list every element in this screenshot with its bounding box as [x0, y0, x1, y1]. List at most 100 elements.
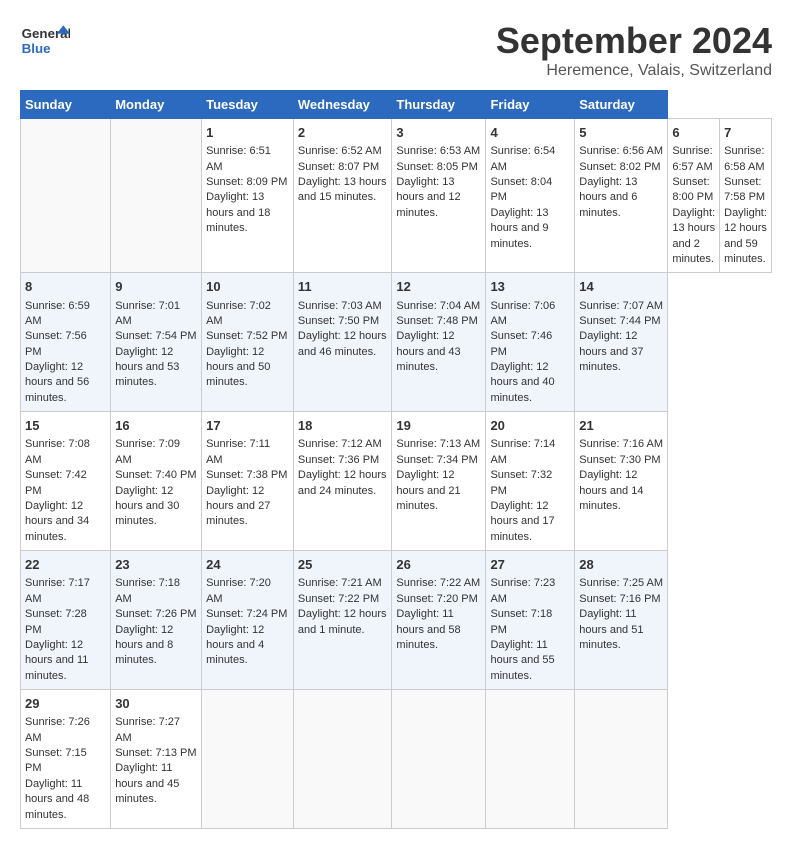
day-number: 4	[490, 124, 570, 142]
sunrise-text: Sunrise: 6:56 AM	[579, 145, 663, 157]
sunrise-text: Sunrise: 7:27 AM	[115, 716, 180, 743]
sunrise-text: Sunrise: 7:25 AM	[579, 577, 663, 589]
sunset-text: Sunset: 7:16 PM	[579, 593, 660, 605]
day-number: 21	[579, 417, 663, 435]
daylight-text: Daylight: 12 hours and 50 minutes.	[206, 346, 270, 389]
calendar-day-cell: 4Sunrise: 6:54 AMSunset: 8:04 PMDaylight…	[486, 119, 575, 273]
sunrise-text: Sunrise: 7:14 AM	[490, 438, 555, 465]
calendar-week-row: 22Sunrise: 7:17 AMSunset: 7:28 PMDayligh…	[21, 551, 772, 690]
sunrise-text: Sunrise: 6:58 AM	[724, 145, 764, 172]
day-number: 10	[206, 278, 289, 296]
weekday-header-friday: Friday	[486, 91, 575, 119]
sunset-text: Sunset: 7:50 PM	[298, 315, 379, 327]
calendar-day-cell: 12Sunrise: 7:04 AMSunset: 7:48 PMDayligh…	[392, 273, 486, 412]
sunset-text: Sunset: 7:48 PM	[396, 315, 477, 327]
daylight-text: Daylight: 12 hours and 46 minutes.	[298, 330, 387, 357]
sunset-text: Sunset: 7:46 PM	[490, 330, 552, 357]
weekday-header-tuesday: Tuesday	[202, 91, 294, 119]
daylight-text: Daylight: 12 hours and 21 minutes.	[396, 469, 460, 512]
daylight-text: Daylight: 12 hours and 59 minutes.	[724, 207, 767, 265]
logo: General Blue	[20, 20, 74, 60]
day-number: 5	[579, 124, 663, 142]
day-number: 3	[396, 124, 481, 142]
daylight-text: Daylight: 13 hours and 12 minutes.	[396, 176, 460, 219]
sunrise-text: Sunrise: 6:52 AM	[298, 145, 382, 157]
sunrise-text: Sunrise: 7:18 AM	[115, 577, 180, 604]
month-title: September 2024	[496, 20, 772, 62]
sunset-text: Sunset: 7:54 PM	[115, 330, 196, 342]
calendar-empty-cell	[293, 690, 392, 829]
day-number: 28	[579, 556, 663, 574]
sunrise-text: Sunrise: 7:06 AM	[490, 300, 555, 327]
calendar-day-cell: 11 Sunrise: 7:03 AM Sunset: 7:50 PM Dayligh…	[293, 273, 392, 412]
calendar-empty-cell	[486, 690, 575, 829]
calendar-day-cell: 22Sunrise: 7:17 AMSunset: 7:28 PMDayligh…	[21, 551, 111, 690]
daylight-text: Daylight: 11 hours and 55 minutes.	[490, 639, 554, 682]
day-number: 1	[206, 124, 289, 142]
svg-text:Blue: Blue	[22, 41, 51, 56]
sunset-text: Sunset: 7:13 PM	[115, 747, 196, 759]
sunrise-text: Sunrise: 6:59 AM	[25, 300, 90, 327]
calendar-day-cell: 7Sunrise: 6:58 AMSunset: 7:58 PMDaylight…	[720, 119, 772, 273]
sunrise-text: Sunrise: 7:01 AM	[115, 300, 180, 327]
daylight-text: Daylight: 12 hours and 30 minutes.	[115, 485, 179, 528]
sunrise-text: Sunrise: 7:03 AM	[298, 300, 382, 312]
sunrise-text: Sunrise: 7:20 AM	[206, 577, 271, 604]
calendar-day-cell: 29Sunrise: 7:26 AMSunset: 7:15 PMDayligh…	[21, 690, 111, 829]
calendar-empty-cell	[202, 690, 294, 829]
daylight-text: Daylight: 12 hours and 24 minutes.	[298, 469, 387, 496]
day-number: 11	[298, 278, 388, 296]
title-area: September 2024 Heremence, Valais, Switze…	[496, 20, 772, 80]
sunrise-text: Sunrise: 7:21 AM	[298, 577, 382, 589]
calendar-week-row: 29Sunrise: 7:26 AMSunset: 7:15 PMDayligh…	[21, 690, 772, 829]
sunset-text: Sunset: 7:56 PM	[25, 330, 87, 357]
calendar-empty-cell	[111, 119, 202, 273]
calendar-table: SundayMondayTuesdayWednesdayThursdayFrid…	[20, 90, 772, 829]
daylight-text: Daylight: 11 hours and 45 minutes.	[115, 762, 179, 805]
sunset-text: Sunset: 7:36 PM	[298, 454, 379, 466]
calendar-day-cell: 3Sunrise: 6:53 AMSunset: 8:05 PMDaylight…	[392, 119, 486, 273]
day-number: 15	[25, 417, 106, 435]
calendar-day-cell: 1Sunrise: 6:51 AMSunset: 8:09 PMDaylight…	[202, 119, 294, 273]
sunrise-text: Sunrise: 7:13 AM	[396, 438, 480, 450]
day-number: 13	[490, 278, 570, 296]
calendar-day-cell: 28Sunrise: 7:25 AMSunset: 7:16 PMDayligh…	[575, 551, 668, 690]
logo-icon: General Blue	[20, 20, 70, 60]
sunrise-text: Sunrise: 6:54 AM	[490, 145, 555, 172]
day-number: 20	[490, 417, 570, 435]
daylight-text: Daylight: 13 hours and 18 minutes.	[206, 191, 270, 234]
sunset-text: Sunset: 7:18 PM	[490, 608, 552, 635]
sunrise-text: Sunrise: 7:11 AM	[206, 438, 270, 465]
daylight-text: Daylight: 12 hours and 27 minutes.	[206, 485, 270, 528]
calendar-day-cell: 10Sunrise: 7:02 AMSunset: 7:52 PMDayligh…	[202, 273, 294, 412]
sunset-text: Sunset: 8:02 PM	[579, 161, 660, 173]
daylight-text: Daylight: 13 hours and 2 minutes.	[672, 207, 715, 265]
calendar-day-cell: 24Sunrise: 7:20 AMSunset: 7:24 PMDayligh…	[202, 551, 294, 690]
daylight-text: Daylight: 11 hours and 48 minutes.	[25, 778, 89, 821]
day-number: 18	[298, 417, 388, 435]
calendar-empty-cell	[21, 119, 111, 273]
page-header: General Blue September 2024 Heremence, V…	[20, 20, 772, 80]
calendar-empty-cell	[392, 690, 486, 829]
sunrise-text: Sunrise: 7:09 AM	[115, 438, 180, 465]
sunrise-text: Sunrise: 7:07 AM	[579, 300, 663, 312]
daylight-text: Daylight: 12 hours and 4 minutes.	[206, 624, 264, 667]
sunrise-text: Sunrise: 7:02 AM	[206, 300, 271, 327]
calendar-week-row: 8Sunrise: 6:59 AMSunset: 7:56 PMDaylight…	[21, 273, 772, 412]
weekday-header-wednesday: Wednesday	[293, 91, 392, 119]
sunrise-text: Sunrise: 7:17 AM	[25, 577, 90, 604]
day-number: 17	[206, 417, 289, 435]
calendar-day-cell: 19Sunrise: 7:13 AMSunset: 7:34 PMDayligh…	[392, 412, 486, 551]
sunrise-text: Sunrise: 6:57 AM	[672, 145, 712, 172]
sunset-text: Sunset: 7:30 PM	[579, 454, 660, 466]
day-number: 9	[115, 278, 197, 296]
daylight-text: Daylight: 12 hours and 8 minutes.	[115, 624, 173, 667]
location-subtitle: Heremence, Valais, Switzerland	[496, 62, 772, 80]
sunset-text: Sunset: 7:38 PM	[206, 469, 287, 481]
calendar-day-cell: 2Sunrise: 6:52 AMSunset: 8:07 PMDaylight…	[293, 119, 392, 273]
calendar-day-cell: 14Sunrise: 7:07 AMSunset: 7:44 PMDayligh…	[575, 273, 668, 412]
daylight-text: Daylight: 12 hours and 1 minute.	[298, 608, 387, 635]
day-number: 12	[396, 278, 481, 296]
sunset-text: Sunset: 8:05 PM	[396, 161, 477, 173]
sunset-text: Sunset: 7:42 PM	[25, 469, 87, 496]
